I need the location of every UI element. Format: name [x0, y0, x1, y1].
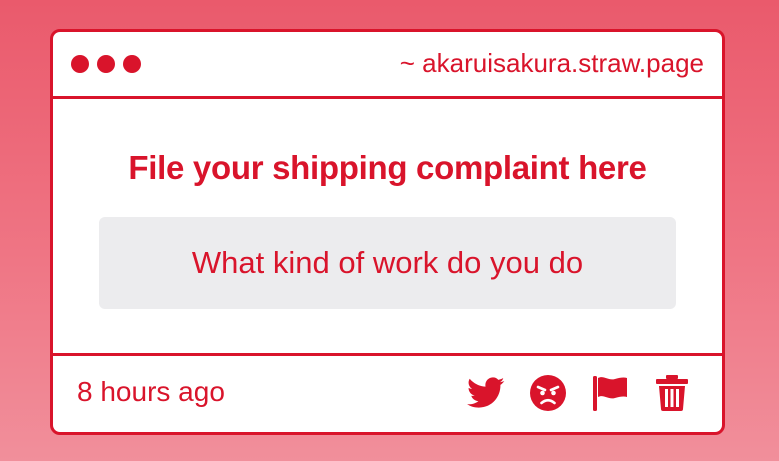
delete-button[interactable]: [652, 373, 692, 413]
post-footer: 8 hours ago: [53, 356, 722, 432]
answer-box: What kind of work do you do: [99, 217, 676, 309]
post-actions: [466, 373, 692, 413]
flag-icon: [593, 376, 627, 411]
window-titlebar: ~ akaruisakura.straw.page: [53, 32, 722, 99]
trash-icon: [656, 375, 688, 411]
window-dot-2: [97, 55, 115, 73]
post-card: ~ akaruisakura.straw.page File your ship…: [50, 29, 725, 435]
question-title: File your shipping complaint here: [128, 149, 647, 186]
post-content: File your shipping complaint here What k…: [53, 99, 722, 356]
angry-face-icon: [530, 375, 566, 411]
share-twitter-button[interactable]: [466, 373, 506, 413]
react-angry-button[interactable]: [528, 373, 568, 413]
page-url[interactable]: ~ akaruisakura.straw.page: [400, 48, 704, 79]
window-controls: [71, 55, 141, 73]
window-dot-3: [123, 55, 141, 73]
twitter-icon: [467, 377, 505, 408]
post-timestamp: 8 hours ago: [77, 376, 225, 407]
window-dot-1: [71, 55, 89, 73]
report-button[interactable]: [590, 373, 630, 413]
